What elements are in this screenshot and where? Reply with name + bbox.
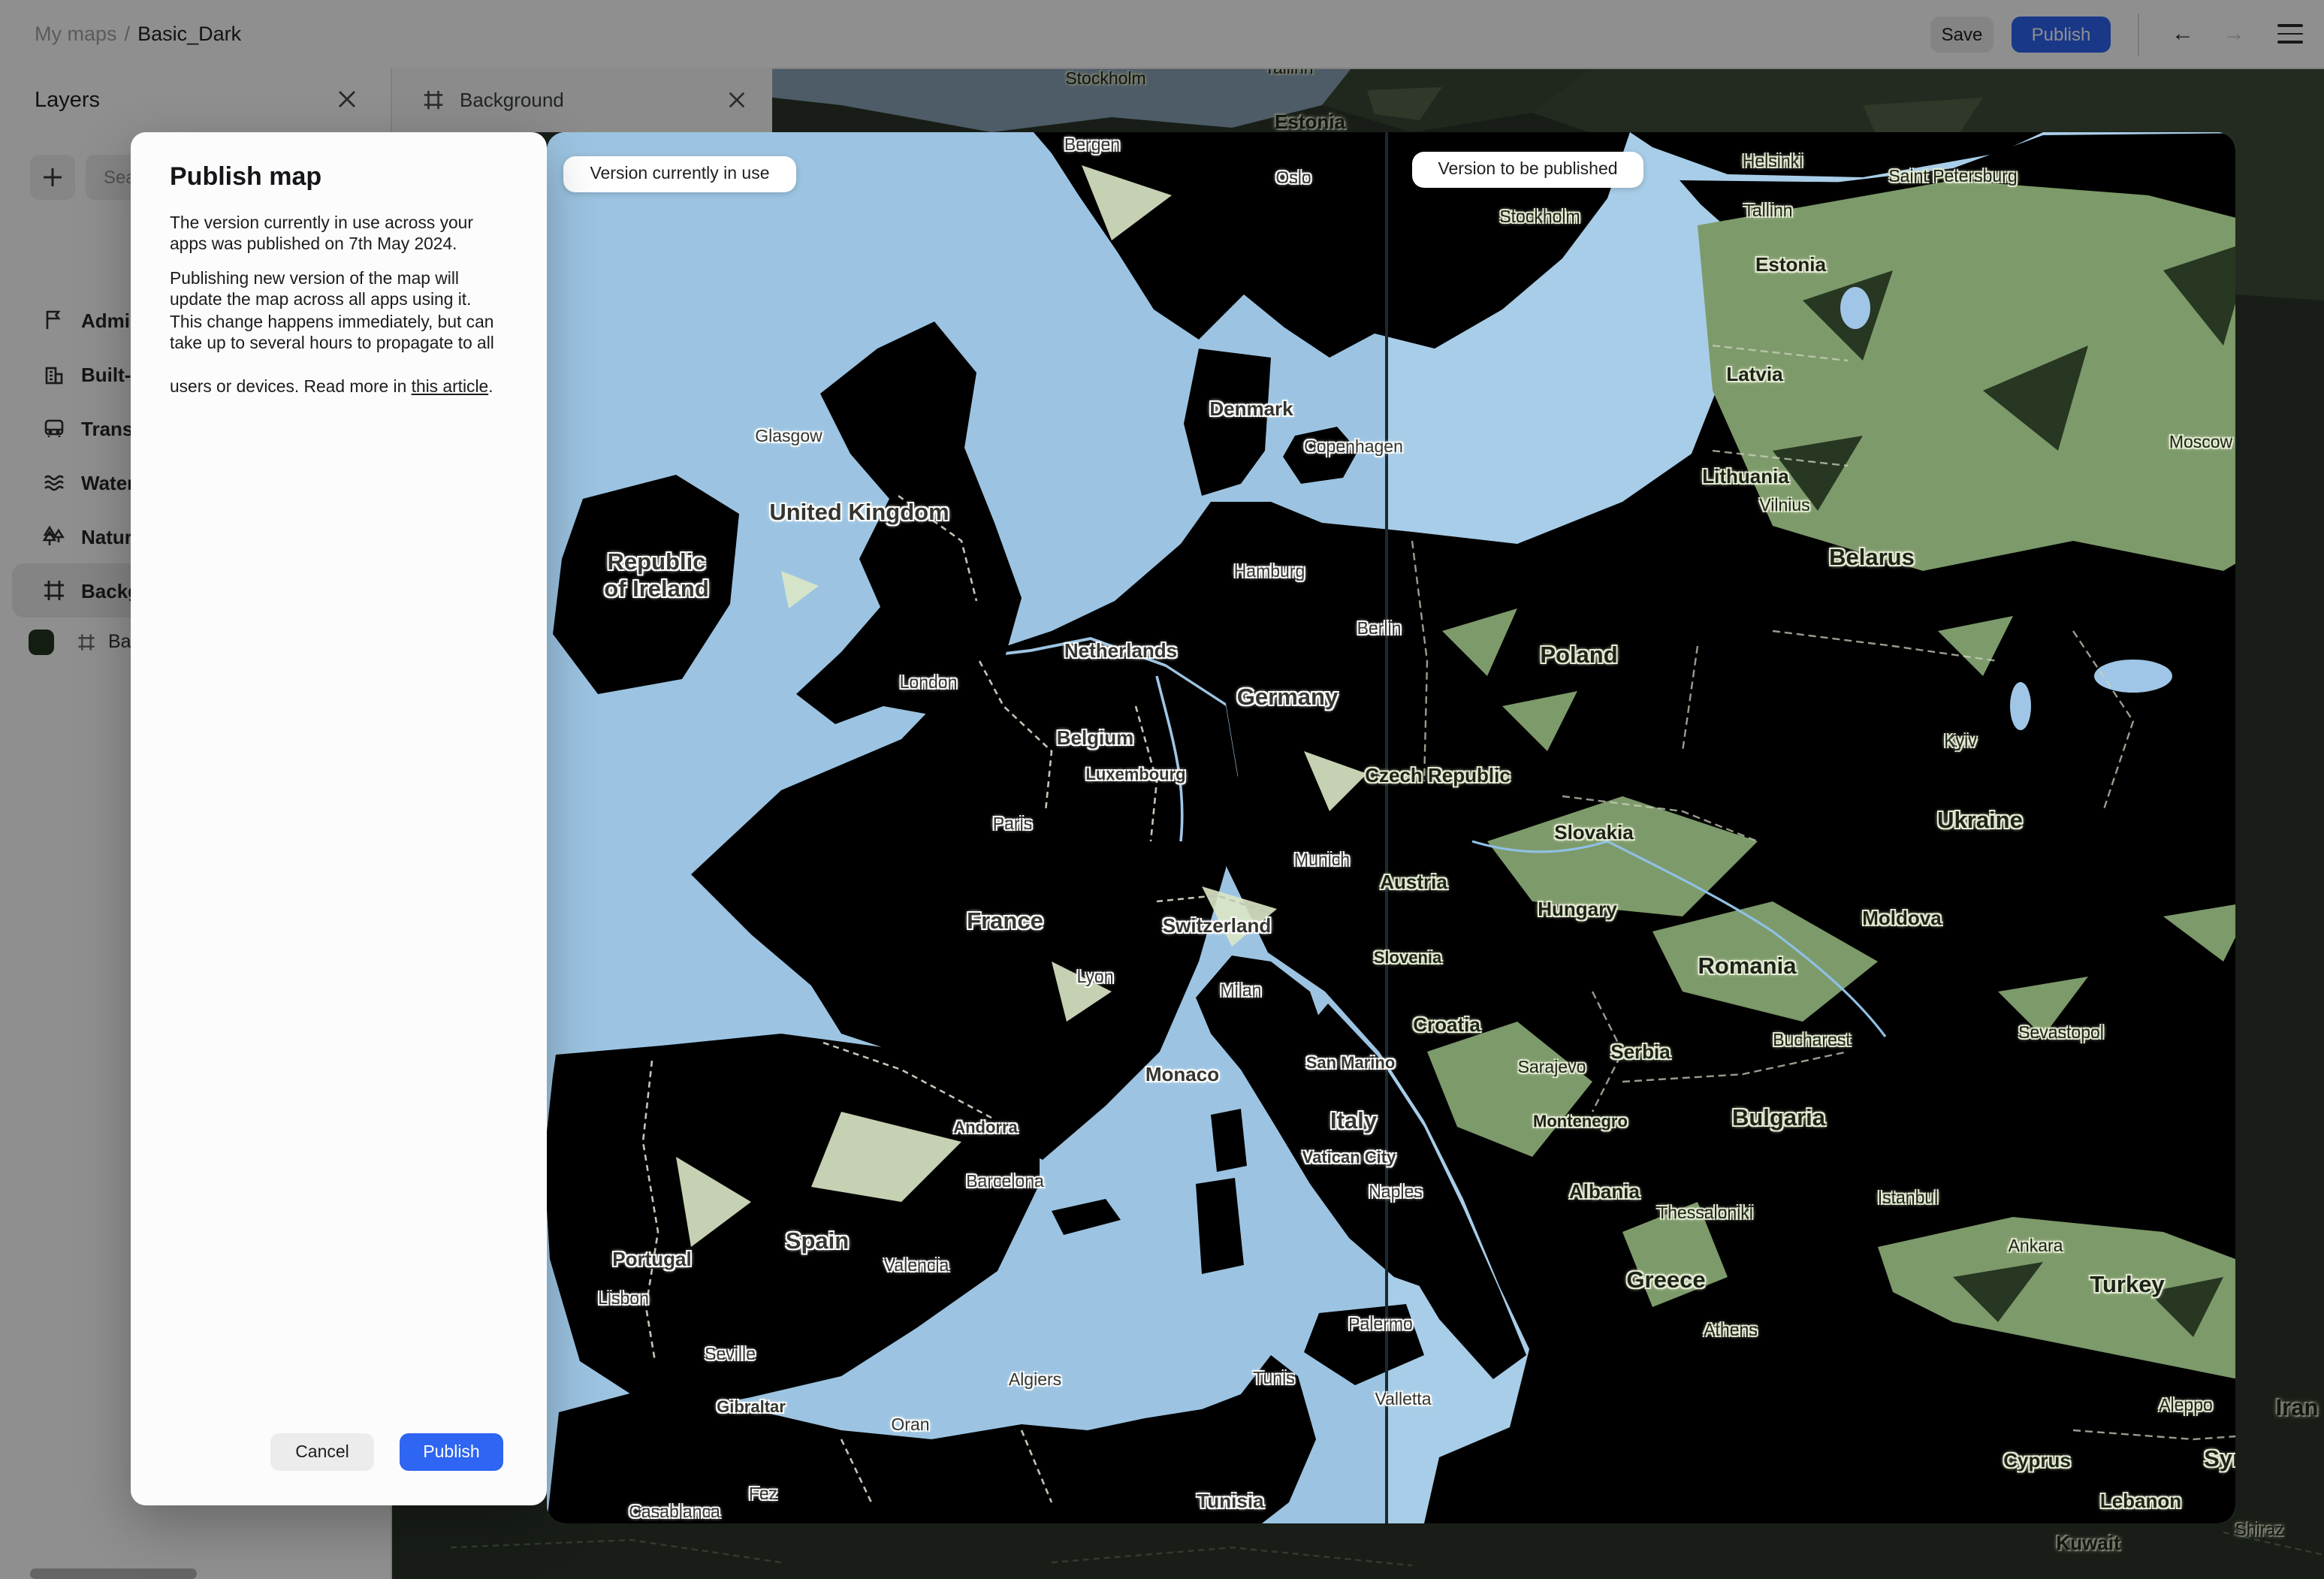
dialog-title: Publish map bbox=[170, 162, 322, 191]
map-label-city: Hamburg bbox=[1233, 563, 1305, 581]
map-label-country: Czech Republic bbox=[1365, 764, 1511, 786]
map-label-country: Belgium bbox=[1056, 726, 1134, 749]
map-label-city: Oran bbox=[891, 1417, 930, 1435]
dialog-publish-button[interactable]: Publish bbox=[400, 1433, 503, 1471]
map-label-city: Palermo bbox=[1348, 1316, 1413, 1334]
cancel-button[interactable]: Cancel bbox=[270, 1433, 374, 1471]
map-label-country: Albania bbox=[1569, 1180, 1640, 1203]
map-label-country: Turkey bbox=[2090, 1273, 2165, 1298]
version-comparison-view[interactable]: Version currently in use Version to be p… bbox=[547, 132, 2235, 1523]
map-label-city: Athens bbox=[1704, 1322, 1758, 1340]
dialog-paragraph-2-period: . bbox=[488, 378, 493, 397]
map-label-city: Paris bbox=[992, 816, 1033, 834]
map-label-city: Algiers bbox=[1008, 1372, 1062, 1390]
map-label-country: Belarus bbox=[1829, 545, 1915, 571]
map-label-country: Germany bbox=[1236, 685, 1339, 711]
map-label-country: Austria bbox=[1380, 871, 1447, 893]
map-label-city: Bucharest bbox=[1773, 1032, 1851, 1050]
map-label-city: Casablanca bbox=[629, 1504, 720, 1522]
map-label-city: Copenhagen bbox=[1304, 439, 1403, 457]
publish-map-dialog: Publish map The version currently in use… bbox=[131, 132, 547, 1505]
map-label-country: Estonia bbox=[1755, 253, 1826, 276]
map-label-country: Netherlands bbox=[1064, 639, 1178, 662]
map-label-country: Switzerland bbox=[1162, 914, 1272, 937]
dialog-paragraph-1: The version currently in use across your… bbox=[170, 215, 473, 255]
map-label-city: Oslo bbox=[1275, 170, 1311, 188]
map-label-country: Andorra bbox=[953, 1119, 1018, 1137]
map-label-city: Vilnius bbox=[1759, 497, 1810, 515]
map-label-city: Naples bbox=[1369, 1184, 1423, 1202]
dialog-paragraph-2-tail: users or devices. Read more in bbox=[170, 378, 412, 397]
map-label-city: Fez bbox=[748, 1486, 778, 1504]
map-label-city: Sarajevo bbox=[1517, 1059, 1586, 1077]
map-label-country: Montenegro bbox=[1533, 1113, 1628, 1131]
dialog-paragraph-2: Publishing new version of the map will u… bbox=[170, 270, 494, 354]
map-label-country: Ukraine bbox=[1937, 808, 2023, 834]
map-label-country: Luxembourg bbox=[1085, 766, 1186, 784]
map-label-city: Valletta bbox=[1375, 1391, 1432, 1409]
map-label-city: Moscow bbox=[2169, 434, 2233, 452]
map-label-city: Barcelona bbox=[966, 1173, 1044, 1191]
map-label-country: Syria bbox=[2204, 1447, 2235, 1472]
map-label-city: Tunis bbox=[1253, 1370, 1295, 1388]
map-label-city: Glasgow bbox=[755, 428, 822, 446]
map-label-city: Munich bbox=[1293, 852, 1351, 870]
map-label-country: Moldova bbox=[1862, 907, 1942, 929]
map-label-city: Berlin bbox=[1357, 620, 1402, 639]
map-label-country: France bbox=[967, 909, 1043, 934]
map-label-city: Aleppo bbox=[2159, 1397, 2213, 1415]
dialog-actions: Cancel Publish bbox=[270, 1433, 503, 1471]
map-label-country: Gibraltar bbox=[717, 1399, 786, 1417]
comparison-divider[interactable] bbox=[1385, 132, 1388, 1523]
map-label-country: Slovenia bbox=[1373, 950, 1442, 968]
map-label-country: Poland bbox=[1540, 643, 1618, 669]
map-label-country: Vatican City bbox=[1302, 1149, 1396, 1167]
map-label-country: Greece bbox=[1626, 1268, 1706, 1294]
map-label-city: Bergen bbox=[1064, 137, 1121, 155]
map-label-country: Lithuania bbox=[1702, 465, 1789, 488]
map-label-country: San Marino bbox=[1305, 1055, 1396, 1073]
map-label-city: Tallinn bbox=[1743, 203, 1793, 221]
map-label-country: Latvia bbox=[1726, 363, 1783, 385]
map-label-city: Kyiv bbox=[1944, 733, 1977, 751]
map-label-city: London bbox=[899, 675, 958, 693]
map-label-city: Lyon bbox=[1076, 969, 1114, 987]
map-label-city: Lisbon bbox=[598, 1291, 649, 1309]
map-label-city: Milan bbox=[1220, 983, 1262, 1001]
map-label-country: United Kingdom bbox=[769, 500, 949, 526]
map-label-country: Tunisia bbox=[1197, 1490, 1264, 1512]
map-label-city: Valencia bbox=[883, 1257, 949, 1276]
map-label-country: Portugal bbox=[612, 1248, 692, 1270]
left-version-chip: Version currently in use bbox=[563, 156, 796, 192]
map-label-city: Thessaloniki bbox=[1657, 1205, 1753, 1223]
map-label-country: Romania bbox=[1698, 954, 1797, 980]
map-label-country: Slovakia bbox=[1554, 821, 1634, 844]
dialog-body: The version currently in use across your… bbox=[170, 213, 512, 399]
map-label-country: Italy bbox=[1330, 1109, 1378, 1134]
map-label-city: Saint Petersburg bbox=[1888, 168, 2018, 186]
map-label-country: Spain bbox=[785, 1229, 850, 1254]
map-label-country: Lebanon bbox=[2099, 1490, 2182, 1512]
map-label-country: Croatia bbox=[1413, 1013, 1480, 1036]
map-label-city: Stockholm bbox=[1499, 209, 1580, 227]
app-window: Stockholm Tallinn Estonia Iran Shiraz Kuwait … bbox=[0, 0, 2324, 1579]
map-label-country: Republic of Ireland bbox=[604, 550, 709, 602]
right-version-chip: Version to be published bbox=[1412, 152, 1643, 188]
map-label-country: Denmark bbox=[1209, 397, 1293, 420]
map-label-city: Istanbul bbox=[1877, 1190, 1939, 1208]
map-label-country: Cyprus bbox=[2003, 1449, 2071, 1472]
map-label-city: Ankara bbox=[2008, 1238, 2063, 1256]
map-label-country: Monaco bbox=[1145, 1063, 1220, 1085]
map-label-country: Hungary bbox=[1538, 898, 1617, 920]
map-label-city: Helsinki bbox=[1742, 153, 1803, 171]
map-label-country: Bulgaria bbox=[1731, 1106, 1826, 1131]
map-label-city: Sevastopol bbox=[2018, 1025, 2104, 1043]
map-label-city: Seville bbox=[705, 1346, 756, 1364]
map-label-country: Serbia bbox=[1610, 1040, 1671, 1063]
this-article-link[interactable]: this article bbox=[412, 379, 489, 397]
